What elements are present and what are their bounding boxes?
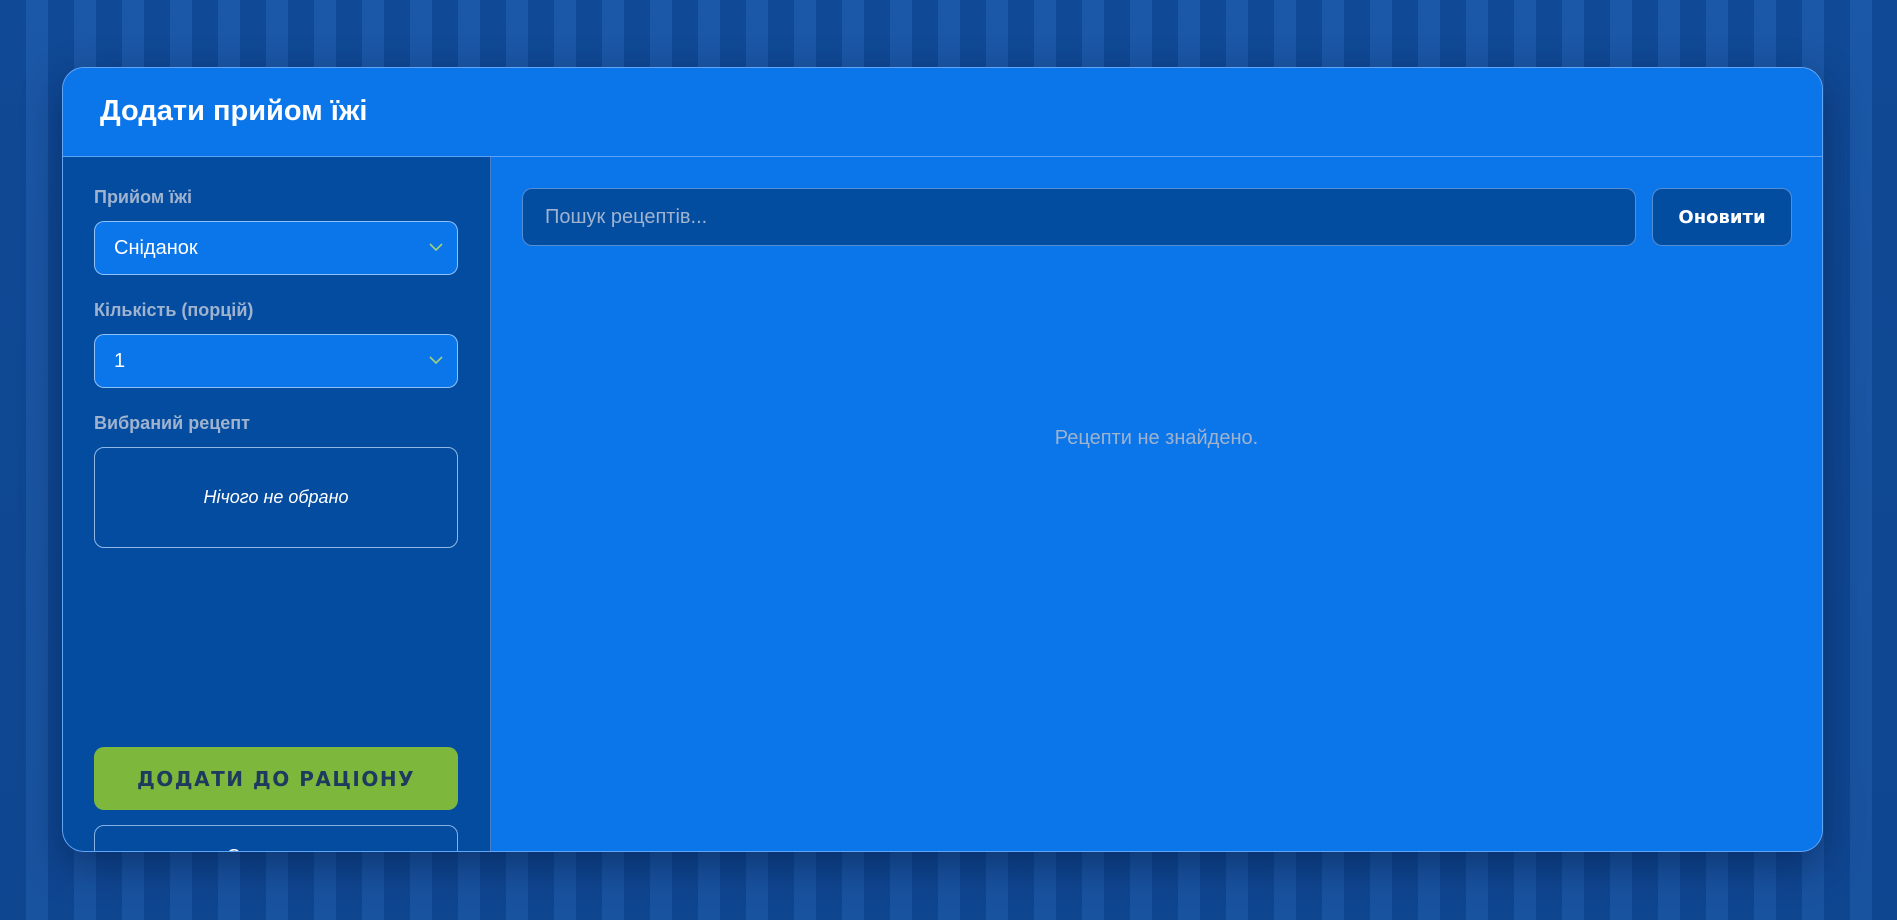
no-recipes-message: Рецепти не знайдено. — [1054, 427, 1259, 449]
quantity-label: Кількість (порцій) — [94, 300, 254, 320]
selected-recipe-label: Вибраний рецепт — [94, 413, 250, 433]
meal-type-label: Прийом їжі — [94, 187, 192, 207]
quantity-value: 1 — [114, 350, 126, 372]
meal-form-panel: Прийом їжі Сніданок Кількість (порцій) 1… — [63, 157, 491, 851]
meal-type-select[interactable]: Сніданок — [94, 221, 458, 275]
recipe-search-input[interactable] — [522, 188, 1636, 246]
dialog-title: Додати прийом їжі — [100, 95, 368, 127]
refresh-button[interactable]: Оновити — [1652, 188, 1792, 246]
quantity-select[interactable]: 1 — [94, 334, 458, 388]
recipes-panel: Оновити Рецепти не знайдено. — [491, 157, 1822, 851]
dialog-header: Додати прийом їжі — [63, 68, 1822, 157]
meal-type-value: Сніданок — [114, 237, 198, 259]
cancel-button[interactable]: Скасувати — [94, 825, 458, 851]
add-to-diet-button[interactable]: ДОДАТИ ДО РАЦІОНУ — [94, 747, 458, 810]
chevron-down-icon — [429, 243, 443, 252]
chevron-down-icon — [429, 356, 443, 365]
add-meal-dialog: Додати прийом їжі Прийом їжі Сніданок Кі… — [62, 67, 1823, 852]
selected-recipe-box: Нічого не обрано — [94, 447, 458, 548]
selected-recipe-empty: Нічого не обрано — [203, 487, 349, 507]
